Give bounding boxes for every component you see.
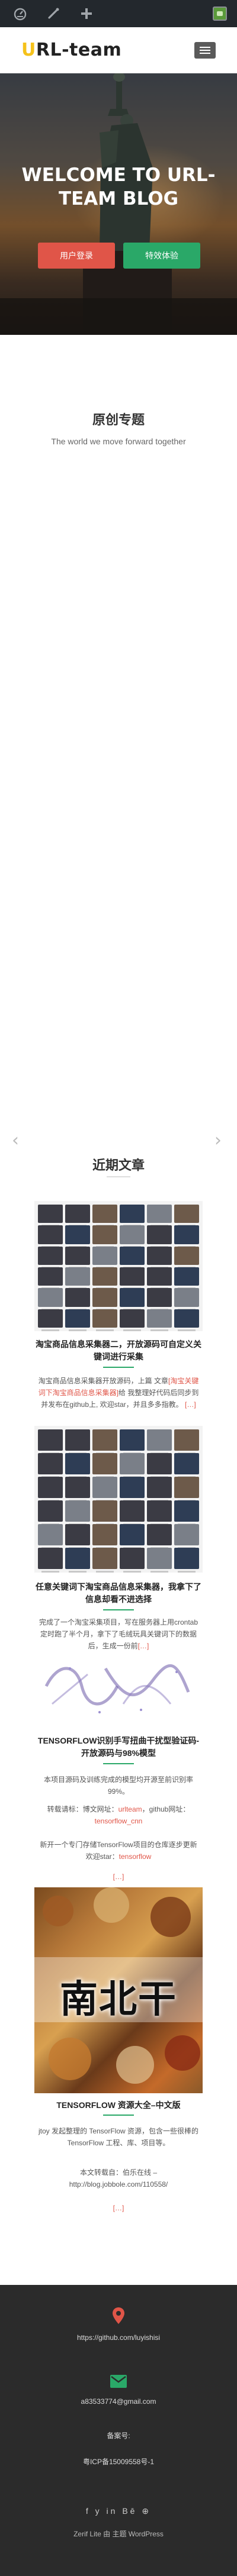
post-excerpt-more: […] bbox=[37, 1871, 200, 1883]
post-title[interactable]: TENSORFLOW 资源大全–中文版 bbox=[34, 2099, 203, 2112]
footer-record-label: 备案号: bbox=[107, 2432, 130, 2440]
post-excerpt: 淘宝商品信息采集器开放源码，上篇 文章[淘宝关键词下淘宝商品信息采集器]给 我整… bbox=[38, 1377, 199, 1409]
new-content-icon[interactable] bbox=[70, 0, 103, 27]
footer-social-links[interactable]: f y in Bē ⊕ bbox=[0, 2506, 237, 2516]
post-thumbnail[interactable] bbox=[34, 1426, 203, 1573]
read-more-link[interactable]: […] bbox=[138, 1642, 149, 1650]
avatar bbox=[213, 7, 227, 21]
dashboard-icon[interactable] bbox=[4, 0, 37, 27]
image-caption-text: 南北干 bbox=[60, 1978, 177, 2022]
site-logo[interactable]: URL-team bbox=[21, 40, 121, 60]
customize-icon[interactable] bbox=[37, 0, 70, 27]
menu-toggle-button[interactable] bbox=[194, 41, 216, 59]
post-title[interactable]: 淘宝商品信息采集器二，开放源码可自定义关键词进行采集 bbox=[34, 1338, 203, 1363]
post-title[interactable]: TENSORFLOW识别手写扭曲干扰型验证码-开放源码与98%模型 bbox=[34, 1735, 203, 1760]
post-excerpt-1: 本项目源码及训练完成的模型均开源至前识别率99%。 bbox=[43, 1776, 193, 1796]
urlteam-link[interactable]: urlteam bbox=[118, 1805, 142, 1813]
site-footer: https://github.com/luyishisi a83533774@g… bbox=[0, 2285, 237, 2576]
footer-github[interactable]: https://github.com/luyishisi bbox=[0, 2333, 237, 2342]
post-thumbnail[interactable] bbox=[34, 1651, 203, 1722]
post-excerpt: jtoy 发起整理的 TensorFlow 资源，包含一些很棒的 TensorF… bbox=[38, 2127, 199, 2147]
footer-credit: Zerif Lite 由 主题 WordPress bbox=[73, 2530, 164, 2538]
read-more-link[interactable]: […] bbox=[113, 2204, 124, 2212]
admin-bar bbox=[0, 0, 237, 27]
recent-title-divider bbox=[107, 1176, 130, 1177]
post-thumbnail[interactable] bbox=[34, 1201, 203, 1331]
read-more-link[interactable]: […] bbox=[113, 1873, 124, 1881]
site-header: URL-team bbox=[0, 27, 237, 73]
post-excerpt: 完成了一个淘宝采集项目，写在服务器上用crontab定时跑了半个月，拿下了毛绒玩… bbox=[39, 1618, 198, 1650]
tensorflow-repo-link[interactable]: tensorflow bbox=[119, 1852, 152, 1861]
hero-banner: WELCOME TO URL-TEAM BLOG 用户登录 特效体验 bbox=[0, 73, 237, 335]
user-menu[interactable] bbox=[206, 0, 233, 27]
post-source: 本文转载自：伯乐在线 – http://blog.jobbole.com/110… bbox=[37, 2167, 200, 2190]
location-icon bbox=[113, 2307, 124, 2327]
hero-title: WELCOME TO URL-TEAM BLOG bbox=[21, 164, 216, 209]
email-icon bbox=[110, 2375, 127, 2391]
post-excerpt-more: […] bbox=[37, 2202, 200, 2214]
post-thumbnail[interactable]: 南北干 bbox=[34, 1887, 203, 2093]
github-link[interactable]: tensorflow_cnn bbox=[95, 1817, 143, 1825]
footer-record: 粤ICP备15009558号-1 bbox=[82, 2458, 155, 2466]
recent-posts-title: 近期文章 bbox=[92, 1158, 145, 1173]
originals-subtitle: The world we move forward together bbox=[51, 437, 186, 446]
effects-demo-button[interactable]: 特效体验 bbox=[123, 243, 200, 269]
slider-next-arrow[interactable]: › bbox=[214, 1130, 222, 1151]
post-title[interactable]: 任意关键词下淘宝商品信息采集器，我拿下了信息却看不进选择 bbox=[34, 1581, 203, 1606]
originals-title: 原创专题 bbox=[92, 413, 145, 428]
footer-email[interactable]: a83533774@gmail.com bbox=[0, 2397, 237, 2406]
post-excerpt-2: 转载请标：博文网址：urlteam，github网址：tensorflow_cn… bbox=[47, 1805, 190, 1825]
source-url[interactable]: http://blog.jobbole.com/110558/ bbox=[37, 2178, 200, 2190]
user-login-button[interactable]: 用户登录 bbox=[38, 243, 115, 269]
captcha-sample-image bbox=[34, 1651, 203, 1722]
slider-prev-arrow[interactable]: ‹ bbox=[12, 1130, 19, 1151]
read-more-link[interactable]: […] bbox=[185, 1400, 196, 1409]
post-excerpt-3: 新开一个专门存储TensorFlow项目的仓库逐步更新欢迎star：tensor… bbox=[40, 1841, 197, 1861]
